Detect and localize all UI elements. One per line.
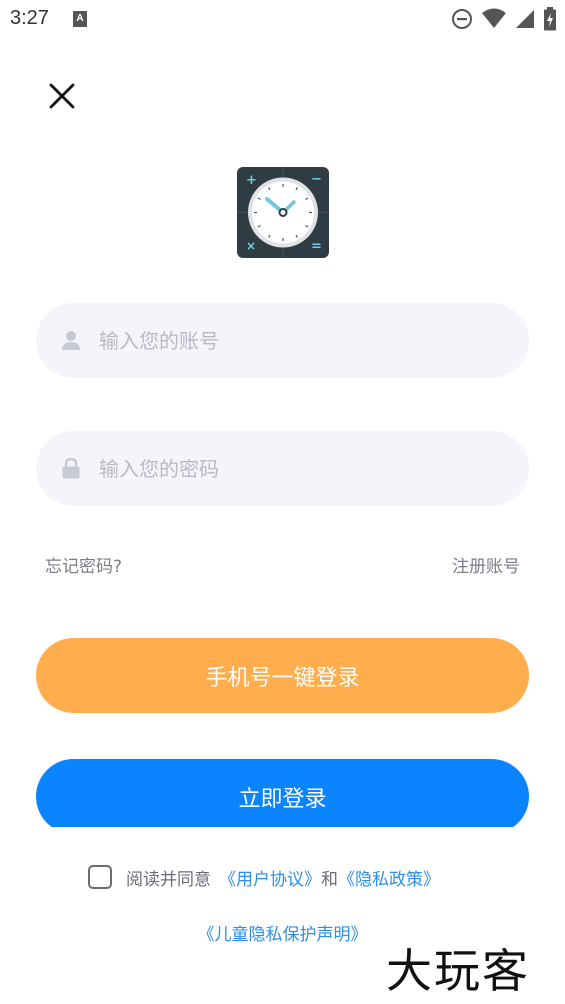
notification-icon: A bbox=[73, 11, 87, 27]
privacy-policy-link[interactable]: 《隐私政策》 bbox=[338, 865, 440, 890]
agreement-checkbox[interactable] bbox=[88, 865, 112, 889]
status-time: 3:27 bbox=[10, 7, 49, 29]
user-icon bbox=[62, 331, 80, 350]
user-agreement-link[interactable]: 《用户协议》 bbox=[219, 865, 321, 890]
close-icon bbox=[49, 83, 75, 109]
signal-icon bbox=[516, 10, 534, 28]
wifi-icon bbox=[482, 8, 506, 28]
login-button[interactable]: 立即登录 bbox=[36, 759, 529, 827]
password-input[interactable] bbox=[99, 431, 499, 506]
status-icons bbox=[451, 7, 557, 31]
battery-charging-icon bbox=[544, 7, 556, 31]
status-bar: 3:27 A bbox=[0, 0, 565, 40]
watermark: 大玩客 bbox=[386, 944, 530, 998]
do-not-disturb-icon bbox=[452, 9, 472, 29]
app-logo-icon: + − × = bbox=[237, 167, 329, 258]
login-button-container: 立即登录 bbox=[36, 759, 529, 827]
svg-text:+: + bbox=[246, 173, 257, 188]
svg-text:×: × bbox=[246, 239, 256, 253]
lock-icon bbox=[62, 457, 80, 479]
svg-text:−: − bbox=[311, 172, 322, 187]
agreement-prefix: 阅读并同意 bbox=[126, 869, 211, 890]
agreement-row: 阅读并同意 《用户协议》 和 《隐私政策》 bbox=[88, 864, 440, 890]
account-field[interactable] bbox=[36, 303, 529, 378]
svg-text:=: = bbox=[311, 239, 322, 254]
phone-login-button[interactable]: 手机号一键登录 bbox=[36, 638, 529, 713]
account-input[interactable] bbox=[99, 303, 499, 378]
forgot-password-link[interactable]: 忘记密码? bbox=[45, 552, 122, 577]
close-button[interactable] bbox=[44, 78, 80, 114]
register-link[interactable]: 注册账号 bbox=[452, 552, 520, 577]
agreement-and: 和 bbox=[321, 869, 338, 890]
password-field[interactable] bbox=[36, 431, 529, 506]
